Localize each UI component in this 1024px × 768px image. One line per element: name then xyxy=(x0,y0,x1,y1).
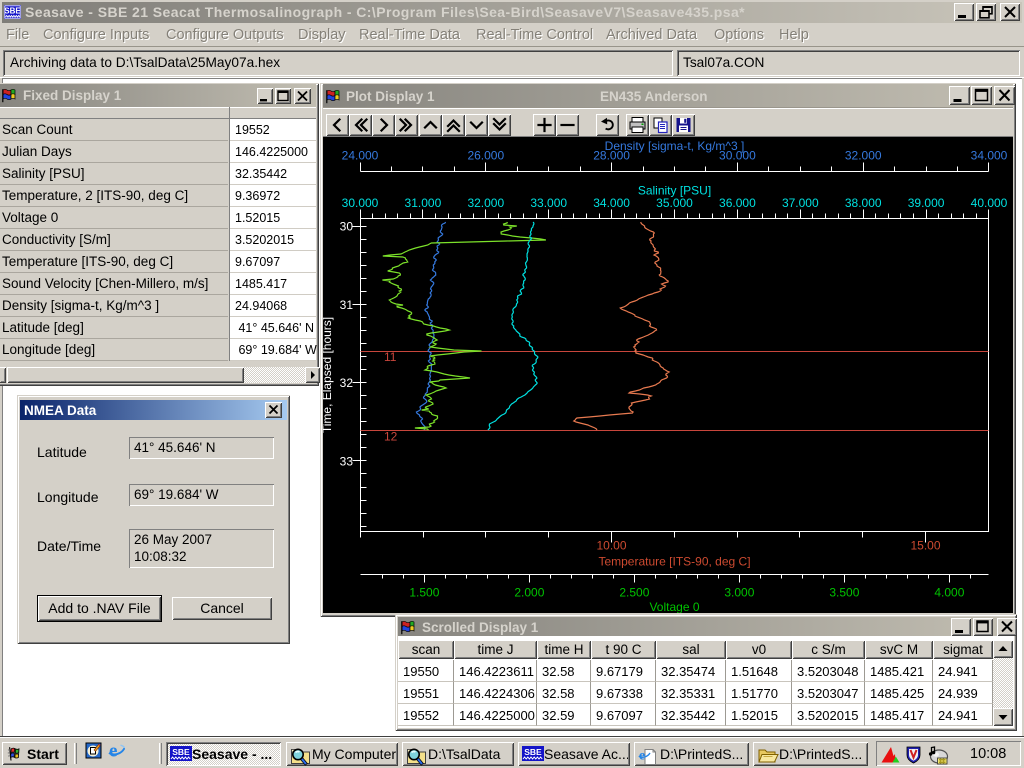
svg-text:3.000: 3.000 xyxy=(724,586,754,600)
svg-text:31: 31 xyxy=(340,298,354,312)
svg-text:30: 30 xyxy=(340,220,354,234)
svg-text:32: 32 xyxy=(340,376,354,390)
svg-text:37.000: 37.000 xyxy=(782,196,819,210)
svg-text:35.000: 35.000 xyxy=(656,196,693,210)
svg-text:Time, Elapsed [hours]: Time, Elapsed [hours] xyxy=(323,317,334,433)
svg-text:2.500: 2.500 xyxy=(619,586,649,600)
svg-text:33.000: 33.000 xyxy=(530,196,567,210)
svg-text:Salinity [PSU]: Salinity [PSU] xyxy=(638,184,711,198)
svg-text:33: 33 xyxy=(340,454,354,468)
svg-text:Voltage 0: Voltage 0 xyxy=(649,600,699,613)
svg-text:SBE: SBE xyxy=(172,747,190,757)
svg-text:34.000: 34.000 xyxy=(971,149,1008,163)
svg-text:31.000: 31.000 xyxy=(405,196,442,210)
svg-text:24.000: 24.000 xyxy=(342,149,379,163)
svg-text:36.000: 36.000 xyxy=(719,196,756,210)
svg-text:Density [sigma-t, Kg/m^3 ]: Density [sigma-t, Kg/m^3 ] xyxy=(605,139,745,153)
svg-text:38.000: 38.000 xyxy=(845,196,882,210)
svg-text:32.000: 32.000 xyxy=(467,196,504,210)
svg-text:4.000: 4.000 xyxy=(934,586,964,600)
svg-text:2.000: 2.000 xyxy=(514,586,544,600)
svg-text:e: e xyxy=(639,749,645,764)
svg-text:32.000: 32.000 xyxy=(845,149,882,163)
svg-text:3.500: 3.500 xyxy=(829,586,859,600)
svg-text:1.500: 1.500 xyxy=(409,586,439,600)
svg-text:SBE: SBE xyxy=(4,7,21,16)
svg-text:SBE: SBE xyxy=(524,747,542,757)
svg-text:34.000: 34.000 xyxy=(593,196,630,210)
svg-text:e: e xyxy=(109,742,117,759)
svg-text:40.000: 40.000 xyxy=(971,196,1008,210)
svg-text:15.00: 15.00 xyxy=(910,539,940,553)
svg-text:11: 11 xyxy=(384,350,397,364)
svg-text:26.000: 26.000 xyxy=(467,149,504,163)
svg-text:12: 12 xyxy=(384,430,398,444)
svg-text:30.000: 30.000 xyxy=(342,196,379,210)
svg-text:Temperature [ITS-90, deg C]: Temperature [ITS-90, deg C] xyxy=(598,555,750,569)
svg-text:10.00: 10.00 xyxy=(596,539,626,553)
svg-text:39.000: 39.000 xyxy=(908,196,945,210)
